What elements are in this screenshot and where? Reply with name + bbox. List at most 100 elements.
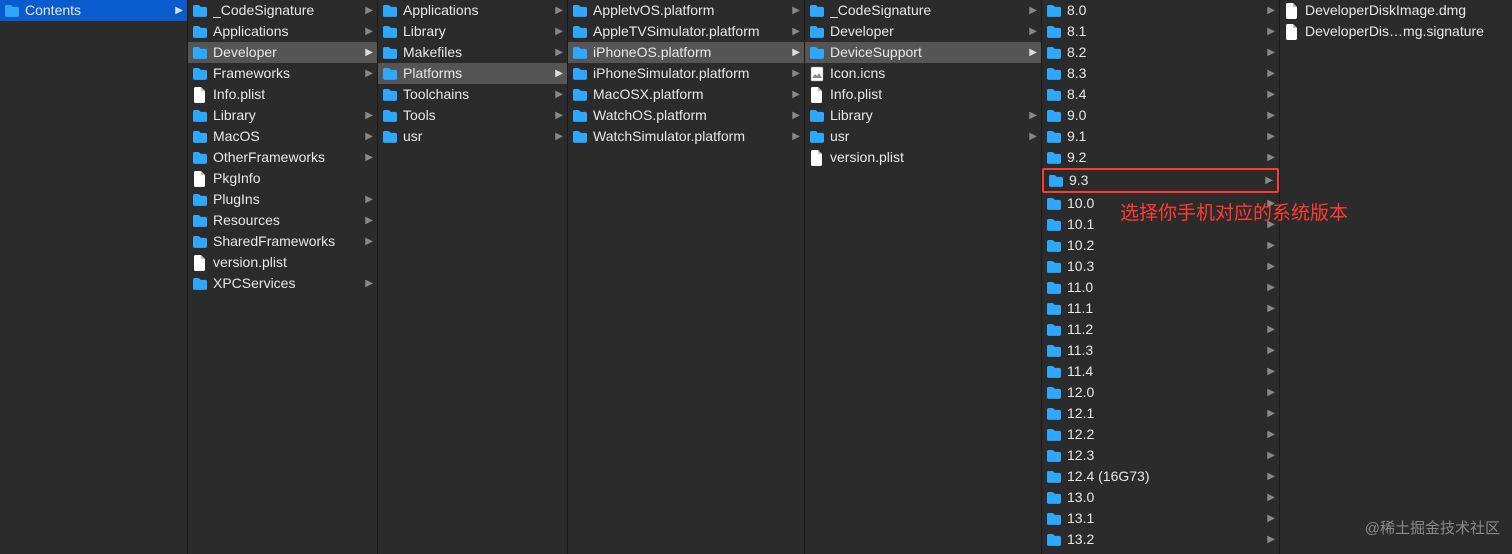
chevron-right-icon: ▶ — [553, 47, 563, 58]
list-item[interactable]: Info.plist — [188, 84, 377, 105]
list-item[interactable]: 12.0▶ — [1042, 382, 1279, 403]
list-item[interactable]: usr▶ — [378, 126, 567, 147]
file-icon — [1284, 3, 1300, 19]
chevron-right-icon: ▶ — [1265, 219, 1275, 230]
list-item[interactable]: Tools▶ — [378, 105, 567, 126]
chevron-right-icon: ▶ — [553, 68, 563, 79]
column-1: _CodeSignature▶Applications▶Developer▶Fr… — [188, 0, 378, 554]
list-item[interactable]: OtherFrameworks▶ — [188, 147, 377, 168]
list-item[interactable]: Library▶ — [188, 105, 377, 126]
item-label: Icon.icns — [830, 63, 1037, 84]
item-label: iPhoneOS.platform — [593, 42, 790, 63]
list-item[interactable]: 13.0▶ — [1042, 487, 1279, 508]
folder-icon — [1046, 469, 1062, 485]
list-item[interactable]: Icon.icns — [805, 63, 1041, 84]
list-item[interactable]: 10.3▶ — [1042, 256, 1279, 277]
list-item[interactable]: 12.2▶ — [1042, 424, 1279, 445]
folder-icon — [572, 66, 588, 82]
item-label: usr — [830, 126, 1027, 147]
list-item[interactable]: MacOSX.platform▶ — [568, 84, 804, 105]
list-item[interactable]: Toolchains▶ — [378, 84, 567, 105]
folder-icon — [1046, 66, 1062, 82]
list-item[interactable]: 13.2▶ — [1042, 529, 1279, 550]
chevron-right-icon: ▶ — [1027, 5, 1037, 16]
list-item[interactable]: iPhoneOS.platform▶ — [568, 42, 804, 63]
list-item[interactable]: WatchOS.platform▶ — [568, 105, 804, 126]
folder-icon — [1048, 173, 1064, 189]
list-item[interactable]: AppletvOS.platform▶ — [568, 0, 804, 21]
list-item[interactable]: MacOS▶ — [188, 126, 377, 147]
list-item[interactable]: version.plist — [805, 147, 1041, 168]
item-label: Resources — [213, 210, 363, 231]
list-item[interactable]: Platforms▶ — [378, 63, 567, 84]
list-item[interactable]: iPhoneSimulator.platform▶ — [568, 63, 804, 84]
list-item[interactable]: WatchSimulator.platform▶ — [568, 126, 804, 147]
list-item[interactable]: PlugIns▶ — [188, 189, 377, 210]
list-item[interactable]: XPCServices▶ — [188, 273, 377, 294]
list-item[interactable]: 11.2▶ — [1042, 319, 1279, 340]
list-item[interactable]: 8.0▶ — [1042, 0, 1279, 21]
item-label: _CodeSignature — [213, 0, 363, 21]
list-item[interactable]: 8.1▶ — [1042, 21, 1279, 42]
list-item[interactable]: 9.1▶ — [1042, 126, 1279, 147]
file-icon — [1284, 24, 1300, 40]
list-item[interactable]: 8.2▶ — [1042, 42, 1279, 63]
list-item[interactable]: DeveloperDis…mg.signature — [1280, 21, 1512, 42]
list-item[interactable]: Contents▶ — [0, 0, 187, 21]
list-item[interactable]: 8.4▶ — [1042, 84, 1279, 105]
chevron-right-icon: ▶ — [1265, 303, 1275, 314]
file-icon — [809, 87, 825, 103]
folder-icon — [1046, 490, 1062, 506]
list-item[interactable]: 10.0▶ — [1042, 193, 1279, 214]
list-item[interactable]: Library▶ — [805, 105, 1041, 126]
column-0: Contents▶ — [0, 0, 188, 554]
chevron-right-icon: ▶ — [1027, 26, 1037, 37]
list-item[interactable]: Developer▶ — [188, 42, 377, 63]
list-item[interactable]: 11.1▶ — [1042, 298, 1279, 319]
list-item[interactable]: usr▶ — [805, 126, 1041, 147]
list-item[interactable]: 9.2▶ — [1042, 147, 1279, 168]
item-label: 11.3 — [1067, 340, 1265, 361]
list-item[interactable]: 12.3▶ — [1042, 445, 1279, 466]
list-item[interactable]: 11.3▶ — [1042, 340, 1279, 361]
item-label: Library — [213, 105, 363, 126]
list-item[interactable]: Info.plist — [805, 84, 1041, 105]
chevron-right-icon: ▶ — [1265, 366, 1275, 377]
list-item[interactable]: Applications▶ — [378, 0, 567, 21]
folder-icon — [1046, 45, 1062, 61]
item-label: PlugIns — [213, 189, 363, 210]
list-item[interactable]: _CodeSignature▶ — [805, 0, 1041, 21]
list-item[interactable]: 11.4▶ — [1042, 361, 1279, 382]
list-item[interactable]: Applications▶ — [188, 21, 377, 42]
list-item[interactable]: 11.0▶ — [1042, 277, 1279, 298]
list-item[interactable]: 9.0▶ — [1042, 105, 1279, 126]
list-item[interactable]: SharedFrameworks▶ — [188, 231, 377, 252]
list-item[interactable]: 8.3▶ — [1042, 63, 1279, 84]
list-item[interactable]: Frameworks▶ — [188, 63, 377, 84]
list-item[interactable]: Makefiles▶ — [378, 42, 567, 63]
chevron-right-icon: ▶ — [363, 26, 373, 37]
list-item[interactable]: PkgInfo — [188, 168, 377, 189]
list-item[interactable]: 10.1▶ — [1042, 214, 1279, 235]
list-item[interactable]: DeveloperDiskImage.dmg — [1280, 0, 1512, 21]
folder-icon — [192, 66, 208, 82]
list-item[interactable]: Developer▶ — [805, 21, 1041, 42]
item-label: 8.2 — [1067, 42, 1265, 63]
list-item[interactable]: 12.4 (16G73)▶ — [1042, 466, 1279, 487]
chevron-right-icon: ▶ — [1263, 175, 1273, 186]
list-item[interactable]: _CodeSignature▶ — [188, 0, 377, 21]
list-item[interactable]: version.plist — [188, 252, 377, 273]
list-item[interactable]: AppleTVSimulator.platform▶ — [568, 21, 804, 42]
list-item[interactable]: Resources▶ — [188, 210, 377, 231]
list-item[interactable]: DeviceSupport▶ — [805, 42, 1041, 63]
list-item[interactable]: 9.3▶ — [1042, 168, 1279, 193]
folder-icon — [1046, 87, 1062, 103]
chevron-right-icon: ▶ — [1265, 198, 1275, 209]
list-item[interactable]: 13.1▶ — [1042, 508, 1279, 529]
chevron-right-icon: ▶ — [1265, 261, 1275, 272]
list-item[interactable]: Library▶ — [378, 21, 567, 42]
chevron-right-icon: ▶ — [1265, 282, 1275, 293]
list-item[interactable]: 10.2▶ — [1042, 235, 1279, 256]
list-item[interactable]: 12.1▶ — [1042, 403, 1279, 424]
file-icon — [192, 171, 208, 187]
